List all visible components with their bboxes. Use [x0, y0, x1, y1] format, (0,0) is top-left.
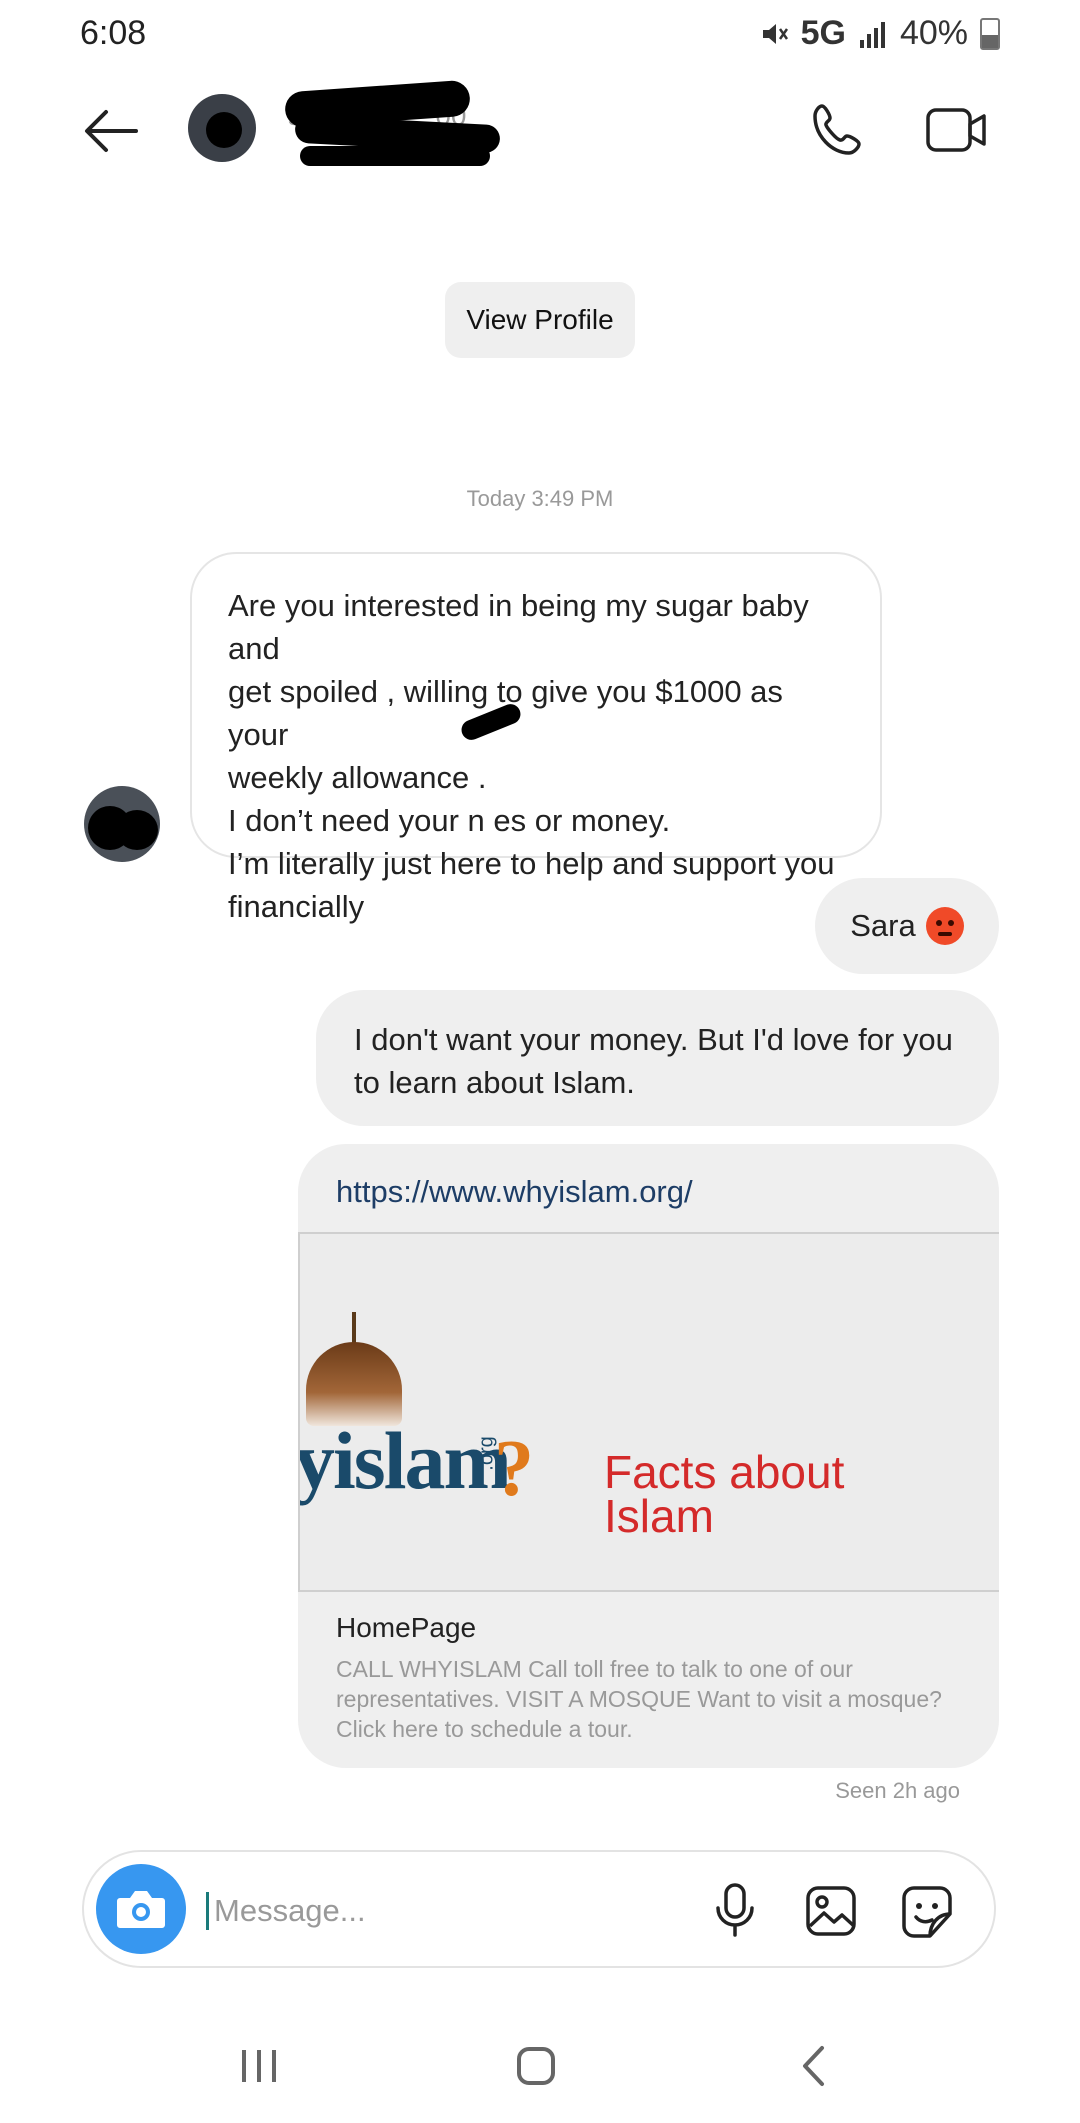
video-call-icon[interactable]	[924, 100, 990, 160]
camera-icon	[117, 1891, 165, 1928]
contact-avatar[interactable]	[188, 94, 256, 162]
network-type: 5G	[800, 14, 846, 52]
incoming-message-bubble[interactable]: Are you interested in being my sugar bab…	[190, 552, 882, 924]
camera-button[interactable]	[96, 1864, 186, 1954]
status-time: 6:08	[80, 14, 147, 52]
angry-face-icon	[925, 907, 964, 945]
sender-avatar[interactable]	[84, 786, 160, 862]
message-timestamp: Today 3:49 PM	[466, 486, 614, 511]
recent-apps-icon[interactable]	[238, 2046, 280, 2086]
home-icon[interactable]	[516, 2046, 556, 2086]
image-tagline: Facts about Islam	[604, 1446, 845, 1542]
link-preview-image[interactable]: yislam ? .org Facts about Islam	[298, 1232, 999, 1592]
message-input[interactable]	[212, 1884, 696, 1938]
phone-call-icon[interactable]	[808, 100, 868, 160]
link-url[interactable]: https://www.whyislam.org/	[336, 1174, 693, 1210]
redaction-mark	[300, 146, 490, 166]
nav-back-icon[interactable]	[800, 2044, 826, 2088]
outgoing-message-bubble[interactable]: I don't want your money. But I'd love fo…	[316, 990, 999, 1126]
link-description: CALL WHYISLAM Call toll free to talk to …	[336, 1656, 942, 1742]
link-preview-card[interactable]: https://www.whyislam.org/ yislam ? .org …	[298, 1144, 999, 1768]
logo-suffix: .org	[475, 1436, 498, 1471]
battery-percent: 40%	[899, 14, 968, 52]
status-icons: 5G 40%	[759, 14, 1000, 53]
message-text: Sara	[850, 908, 916, 943]
logo-question-mark: ?	[494, 1425, 534, 1513]
microphone-icon[interactable]	[712, 1882, 758, 1938]
mosque-finial	[352, 1312, 356, 1344]
back-arrow-icon[interactable]	[80, 100, 142, 162]
signal-icon	[859, 21, 885, 48]
battery-icon	[980, 17, 1000, 50]
sticker-icon[interactable]	[900, 1884, 956, 1940]
mute-icon	[762, 23, 788, 44]
outgoing-message-bubble[interactable]: Sara	[815, 878, 999, 974]
view-profile-button[interactable]: View Profile	[445, 282, 635, 358]
seen-status: Seen 2h ago	[835, 1778, 960, 1803]
link-title: HomePage	[336, 1612, 477, 1643]
text-cursor	[206, 1892, 209, 1930]
gallery-icon[interactable]	[804, 1884, 858, 1938]
